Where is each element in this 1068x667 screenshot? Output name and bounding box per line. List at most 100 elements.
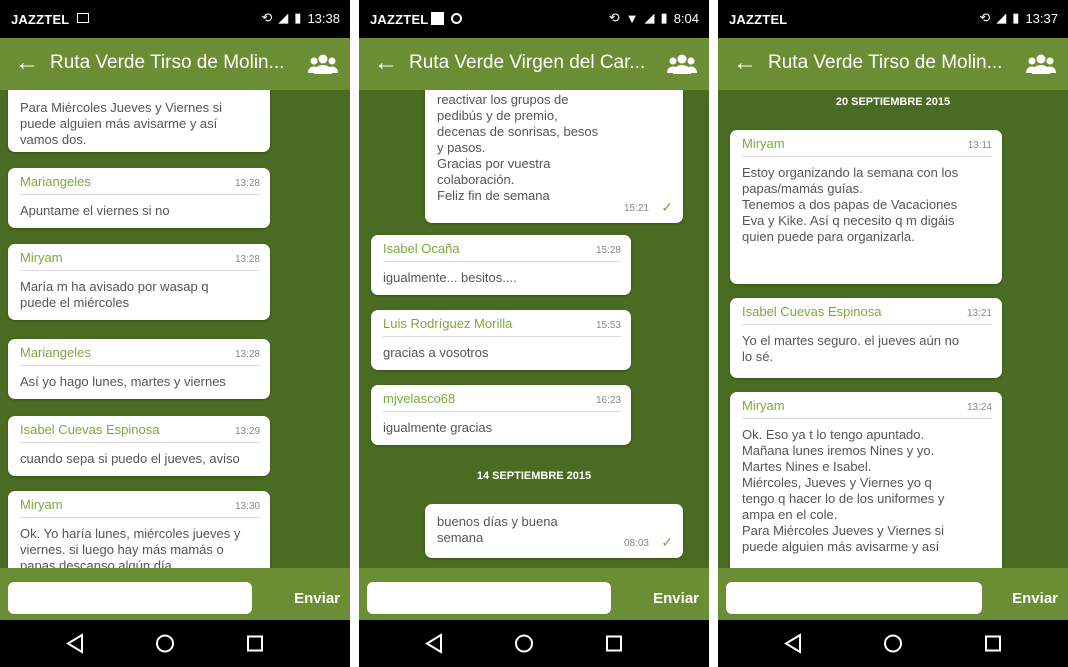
message-list[interactable]: 20 SEPTIEMBRE 2015 Miryam 13:11 Estoy org…: [718, 90, 1068, 568]
back-arrow-icon[interactable]: ←: [15, 49, 39, 77]
system-navigation-bar: [0, 620, 350, 667]
data-sync-icon: ⟲: [608, 10, 620, 25]
clock: 13:38: [307, 10, 340, 26]
message-time: 13:30: [234, 501, 260, 512]
sender-name: Mariangeles: [20, 174, 91, 189]
message-bubble: Luis Rodríguez Morilla 15:53 gracias a vo…: [371, 310, 631, 370]
message-bubble: Miryam 13:28 María m ha avisado por wasap…: [8, 244, 270, 320]
sender-name: Miryam: [20, 497, 63, 512]
message-bubble: Isabel Cuevas Espinosa 13:21 Yo el martes…: [730, 298, 1002, 378]
date-separator: 20 SEPTIEMBRE 2015: [835, 96, 951, 108]
message-input[interactable]: [367, 582, 611, 614]
phone-screen-1: JAZZTEL ⟲ ◢ ▮ 13:38 ← Ruta Verde Tirso d…: [0, 0, 350, 667]
message-text: cuando sepa si puedo el jueves, aviso: [20, 451, 240, 466]
sender-name: Miryam: [20, 250, 63, 265]
sender-name: Luis Rodríguez Morilla: [383, 316, 513, 331]
message-time: 15:21: [623, 203, 649, 214]
message-time: 13:28: [234, 178, 260, 189]
composer-bar: Enviar: [0, 568, 350, 620]
battery-icon: ▮: [294, 10, 302, 25]
message-time: 15:53: [595, 320, 621, 331]
calendar-icon: [431, 12, 444, 25]
message-bubble: Miryam 13:24 Ok. Eso ya t lo tengo apunta…: [730, 392, 1002, 568]
sender-name: Isabel Cuevas Espinosa: [20, 422, 160, 437]
nav-back-icon[interactable]: [763, 620, 823, 667]
chat-title: Ruta Verde Tirso de Molin...: [50, 52, 285, 73]
message-time: 15:28: [595, 245, 621, 256]
signal-icon: ◢: [996, 10, 1007, 25]
check-icon: ✓: [661, 534, 673, 550]
send-button[interactable]: Enviar: [1012, 590, 1058, 607]
app-bar: ← Ruta Verde Tirso de Molin...: [0, 38, 350, 90]
message-time: 13:29: [234, 426, 260, 437]
sender-name: Miryam: [742, 398, 785, 413]
phone-screen-3: JAZZTEL ⟲ ◢ ▮ 13:37 ← Ruta Verde Tirso d…: [718, 0, 1068, 667]
message-time: 13:28: [234, 349, 260, 360]
date-separator: 14 SEPTIEMBRE 2015: [476, 470, 592, 482]
data-sync-icon: ⟲: [261, 10, 273, 25]
clock: 13:37: [1025, 10, 1058, 26]
signal-icon: ◢: [644, 10, 655, 25]
group-icon[interactable]: [1026, 52, 1056, 74]
back-arrow-icon[interactable]: ←: [374, 49, 398, 77]
message-text: igualmente... besitos....: [383, 270, 517, 285]
nav-recents-icon[interactable]: [225, 620, 285, 667]
message-text: María m ha avisado por wasap q puede el …: [20, 279, 209, 310]
check-icon: ✓: [661, 199, 673, 215]
wifi-icon: ▼: [625, 10, 639, 26]
data-sync-icon: ⟲: [979, 10, 991, 25]
send-button[interactable]: Enviar: [294, 590, 340, 607]
app-bar: ← Ruta Verde Tirso de Molin...: [718, 38, 1068, 90]
message-time: 13:11: [967, 140, 992, 151]
message-text: Para Miércoles Jueves y Viernes si puede…: [20, 100, 223, 147]
message-text: Estoy organizando la semana con los papa…: [742, 165, 959, 244]
message-time: 13:28: [234, 254, 260, 265]
message-text: Apuntame el viernes si no: [20, 203, 170, 218]
message-bubble: mjvelasco68 16:23 igualmente gracias: [371, 385, 631, 445]
chat-title: Ruta Verde Tirso de Molin...: [768, 52, 1003, 73]
nav-back-icon[interactable]: [404, 620, 464, 667]
nav-home-icon[interactable]: [863, 620, 923, 667]
chat-title: Ruta Verde Virgen del Car...: [409, 52, 646, 73]
message-list[interactable]: Para Miércoles Jueves y Viernes si puede…: [0, 90, 350, 568]
app-bar: ← Ruta Verde Virgen del Car...: [359, 38, 709, 90]
message-bubble-outgoing: reactivar los grupos de pedibús y de pre…: [425, 90, 683, 223]
message-input[interactable]: [8, 582, 252, 614]
battery-icon: ▮: [660, 10, 668, 25]
battery-icon: ▮: [1012, 10, 1020, 25]
system-navigation-bar: [359, 620, 709, 667]
message-text: igualmente gracias: [383, 420, 493, 435]
message-text: Ok. Eso ya t lo tengo apuntado. Mañana l…: [742, 427, 945, 554]
nav-back-icon[interactable]: [45, 620, 105, 667]
nav-home-icon[interactable]: [494, 620, 554, 667]
composer-bar: Enviar: [718, 568, 1068, 620]
message-text: reactivar los grupos de pedibús y de pre…: [437, 92, 599, 203]
message-text: Ok. Yo haría lunes, miércoles jueves y v…: [20, 526, 241, 568]
message-bubble: Mariangeles 13:28 Así yo hago lunes, mart…: [8, 339, 270, 399]
status-bar: JAZZTEL ⟲ ▼ ◢ ▮ 8:04: [359, 0, 709, 38]
status-bar: JAZZTEL ⟲ ◢ ▮ 13:37: [718, 0, 1068, 38]
group-icon[interactable]: [667, 52, 697, 74]
message-bubble: Isabel Ocaña 15:28 igualmente... besitos.…: [371, 235, 631, 295]
nav-recents-icon[interactable]: [584, 620, 644, 667]
message-bubble-outgoing: buenos días y buena semana 08:03 ✓: [425, 504, 683, 558]
message-input[interactable]: [726, 582, 982, 614]
composer-bar: Enviar: [359, 568, 709, 620]
notification-icon: [451, 13, 462, 24]
nav-home-icon[interactable]: [135, 620, 195, 667]
nav-recents-icon[interactable]: [963, 620, 1023, 667]
message-list[interactable]: reactivar los grupos de pedibús y de pre…: [359, 90, 709, 568]
message-bubble: Mariangeles 13:28 Apuntame el viernes si …: [8, 168, 270, 228]
signal-icon: ◢: [278, 10, 289, 25]
message-text: Yo el martes seguro. el jueves aún no lo…: [742, 333, 960, 364]
back-arrow-icon[interactable]: ←: [733, 49, 757, 77]
sender-name: mjvelasco68: [383, 391, 456, 406]
phone-screen-2: JAZZTEL ⟲ ▼ ◢ ▮ 8:04 ← Ruta Verde Virgen…: [359, 0, 709, 667]
screenshot-icon: [77, 13, 89, 23]
status-bar: JAZZTEL ⟲ ◢ ▮ 13:38: [0, 0, 350, 38]
message-time: 08:03: [623, 538, 649, 549]
group-icon[interactable]: [308, 52, 338, 74]
message-bubble: Isabel Cuevas Espinosa 13:29 cuando sepa …: [8, 416, 270, 476]
message-time: 13:21: [966, 308, 992, 319]
send-button[interactable]: Enviar: [653, 590, 699, 607]
